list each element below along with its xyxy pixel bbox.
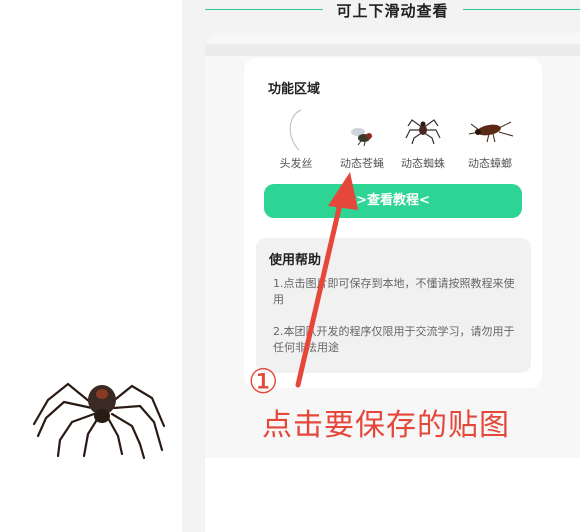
- large-spider-icon: [32, 382, 166, 460]
- annotation-number: ①: [248, 362, 279, 402]
- annotation-text: 点击要保存的贴图: [262, 408, 510, 443]
